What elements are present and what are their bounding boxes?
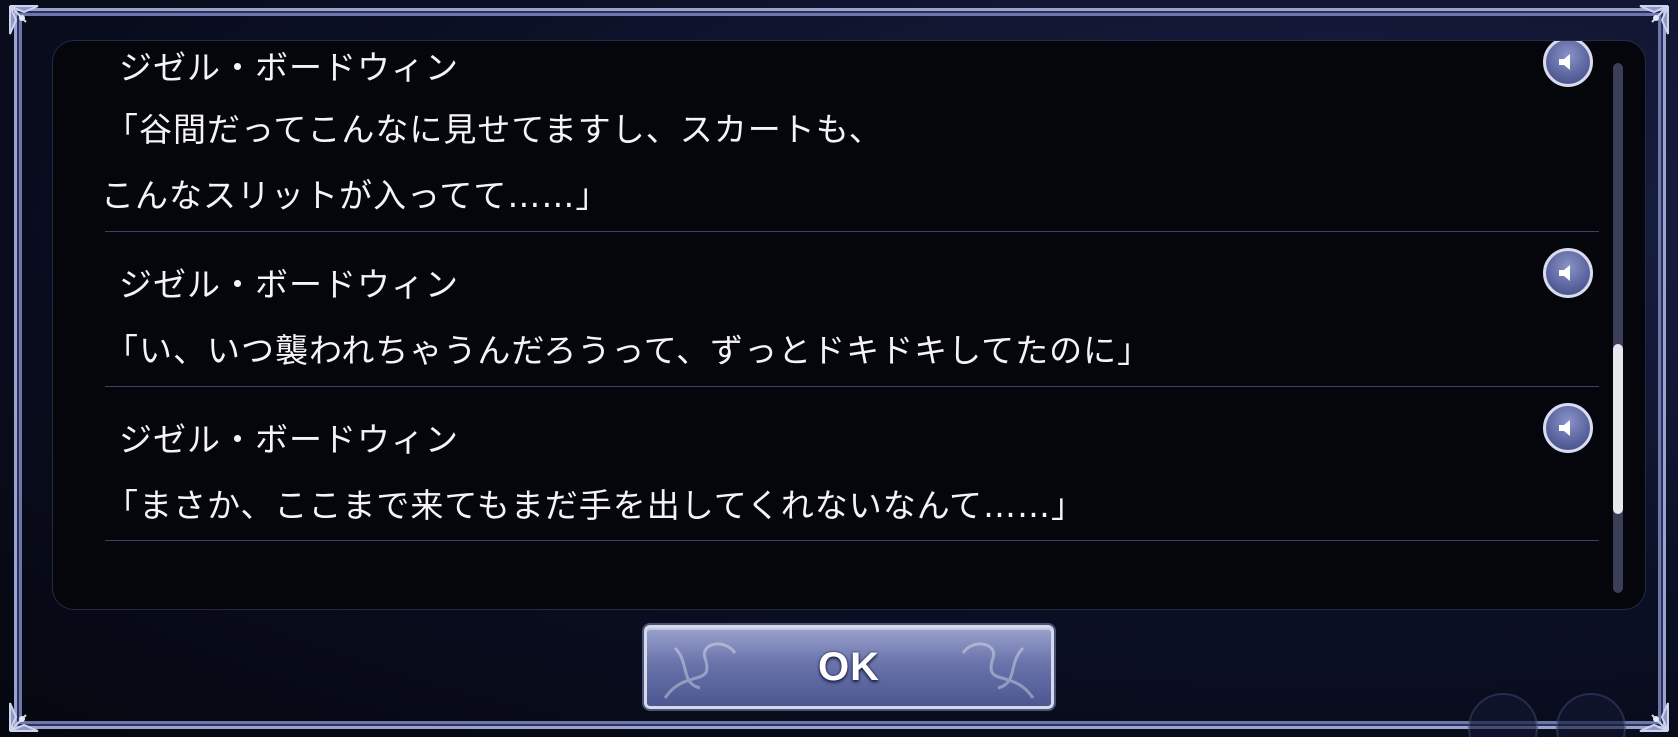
speaker-name: ジゼル・ボードウィン	[119, 48, 459, 87]
log-entry: ジゼル・ボードウィン 「まさか、ここまで来てもまだ手を出してくれないなんて……」	[105, 387, 1599, 541]
entry-divider	[105, 540, 1599, 541]
backlog-panel: ジゼル・ボードウィン 「谷間だってこんなに見せてますし、スカートも、 こんなスリ…	[52, 40, 1646, 610]
speaker-icon	[1559, 420, 1570, 436]
speaker-name: ジゼル・ボードウィン	[119, 420, 459, 459]
filigree-ornament	[961, 642, 1035, 699]
dialogue-line: 「い、いつ襲われちゃうんだろうって、ずっとドキドキしてたのに」	[105, 331, 1152, 370]
dialogue-line: こんなスリットが入ってて……」	[101, 176, 610, 215]
voice-replay-button[interactable]	[1543, 403, 1593, 453]
voice-replay-button[interactable]	[1543, 248, 1593, 298]
frame-corner-ornament	[1634, 0, 1674, 40]
dialogue-line: 「まさか、ここまで来てもまだ手を出してくれないなんて……」	[105, 486, 1086, 525]
scrollbar-thumb[interactable]	[1613, 344, 1623, 514]
dialogue-line: 「谷間だってこんなに見せてますし、スカートも、	[105, 110, 883, 149]
speaker-icon	[1559, 54, 1570, 70]
log-screen: ジゼル・ボードウィン 「谷間だってこんなに見せてますし、スカートも、 こんなスリ…	[0, 0, 1678, 737]
log-entry: ジゼル・ボードウィン 「谷間だってこんなに見せてますし、スカートも、 こんなスリ…	[101, 41, 1599, 232]
speaker-name: ジゼル・ボードウィン	[119, 265, 459, 304]
ok-button[interactable]: OK	[644, 625, 1054, 709]
frame-corner-ornament	[4, 0, 44, 40]
scrollbar-track[interactable]	[1613, 63, 1623, 593]
filigree-ornament	[663, 642, 737, 699]
frame-corner-ornament	[1634, 697, 1674, 737]
frame-corner-ornament	[4, 697, 44, 737]
speaker-icon	[1559, 265, 1570, 281]
backlog-list[interactable]: ジゼル・ボードウィン 「谷間だってこんなに見せてますし、スカートも、 こんなスリ…	[53, 41, 1605, 609]
voice-replay-button[interactable]	[1543, 41, 1593, 87]
ok-button-label: OK	[818, 644, 880, 689]
log-entry: ジゼル・ボードウィン 「い、いつ襲われちゃうんだろうって、ずっとドキドキしてたの…	[105, 232, 1599, 387]
